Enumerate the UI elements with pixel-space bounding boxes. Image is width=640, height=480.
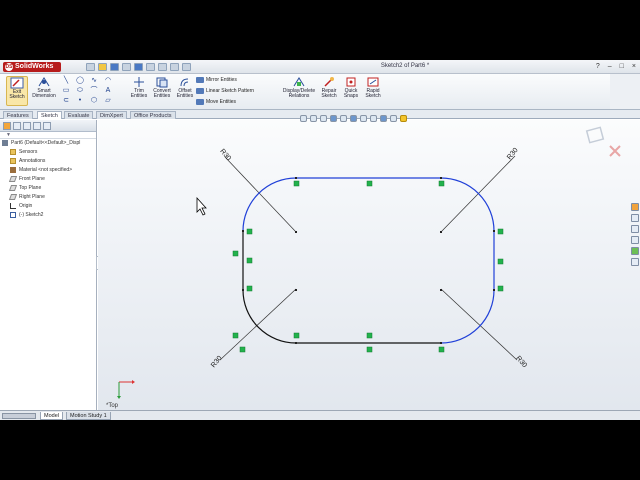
sketch-canvas: R30 R30 R30 R30 *Top xyxy=(106,126,621,409)
tangent-relation-icon xyxy=(246,285,253,292)
radius-dimension-top-right[interactable]: R30 xyxy=(506,147,520,161)
tab-model[interactable]: Model xyxy=(40,412,63,420)
view-orientation-label: *Top xyxy=(106,403,119,409)
radius-dimension-top-left[interactable]: R30 xyxy=(218,148,232,162)
radius-dimension-bottom-left[interactable]: R30 xyxy=(210,355,224,369)
triad-x-axis-icon xyxy=(119,380,135,384)
bottom-tab-bar: Model Motion Study 1 xyxy=(0,410,640,420)
tangent-relation-icon xyxy=(438,180,445,187)
radius-dimension-bottom-right[interactable]: R30 xyxy=(514,355,528,369)
solidworks-window: DS SolidWorks Sketch2 of Part6 * ? – □ × xyxy=(0,60,640,420)
mouse-cursor-icon xyxy=(196,196,207,216)
cancel-sketch-corner-icon[interactable] xyxy=(609,145,621,157)
fix-relation-icon xyxy=(239,346,246,353)
exit-sketch-corner-icon[interactable] xyxy=(585,126,605,144)
horizontal-relation-icon xyxy=(366,180,373,187)
equal-relation-icon xyxy=(366,332,373,339)
tangent-relation-icon xyxy=(497,285,504,292)
coincident-relation-icon xyxy=(232,250,239,257)
sketch-profile[interactable] xyxy=(242,177,495,344)
tab-scroll-arrows[interactable] xyxy=(2,413,36,419)
coincident-relation-icon xyxy=(232,332,239,339)
confirmation-corner xyxy=(585,126,621,157)
vertical-relation-icon xyxy=(246,257,253,264)
relation-glyphs xyxy=(232,180,504,353)
dimension-leaders xyxy=(219,155,518,361)
view-triad xyxy=(117,380,135,399)
triad-y-axis-icon xyxy=(117,382,121,399)
sketch-edges[interactable] xyxy=(242,231,441,344)
tangent-relation-icon xyxy=(293,332,300,339)
selected-sketch-edges[interactable] xyxy=(296,177,495,344)
tangent-relation-icon xyxy=(497,228,504,235)
sketch-endpoints xyxy=(242,177,495,344)
tangent-relation-icon xyxy=(438,346,445,353)
vertical-relation-icon xyxy=(497,258,504,265)
horizontal-relation-icon xyxy=(366,346,373,353)
tab-motion-study[interactable]: Motion Study 1 xyxy=(66,412,111,420)
tangent-relation-icon xyxy=(293,180,300,187)
tangent-relation-icon xyxy=(246,228,253,235)
